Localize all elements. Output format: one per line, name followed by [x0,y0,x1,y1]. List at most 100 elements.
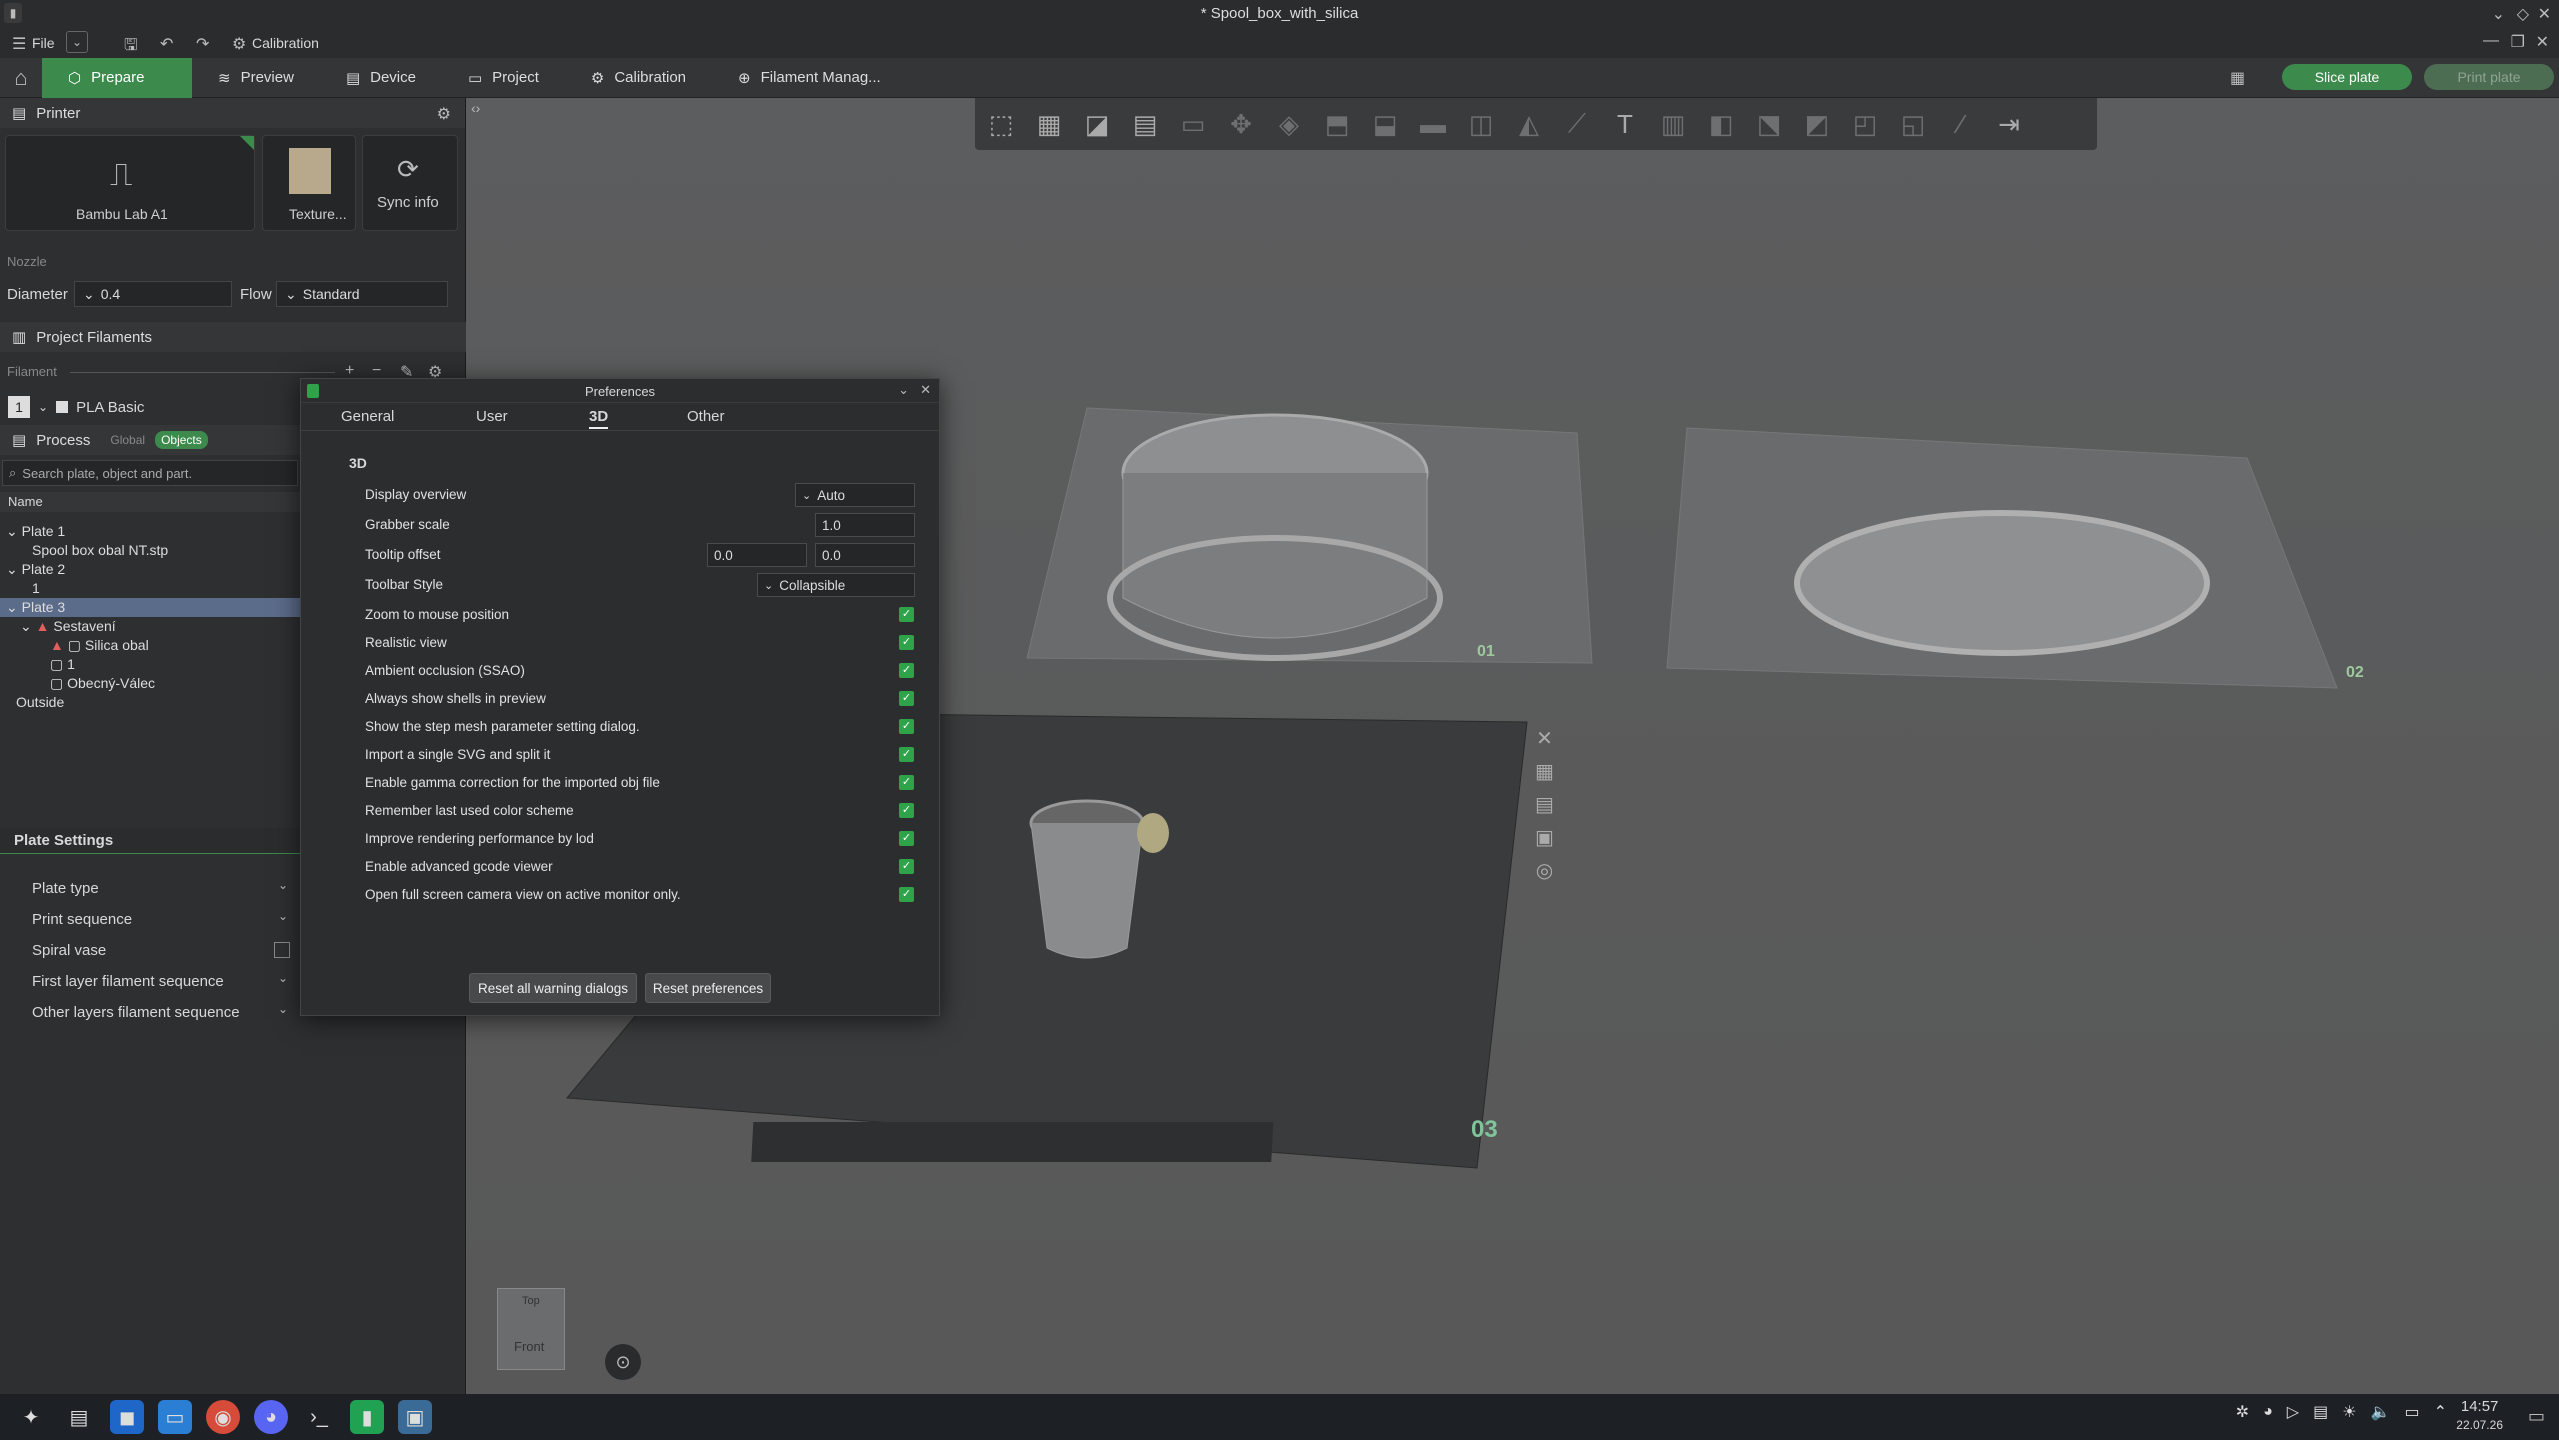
tooltip-offset-y-input[interactable]: 0.0 [815,543,915,567]
slice-plate-button[interactable]: Slice plate [2282,64,2412,90]
settings-icon[interactable]: ◎ [1535,858,1554,883]
diameter-select[interactable]: ⌄ 0.4 [74,281,232,307]
clock[interactable]: 14:57 22.07.26 [2456,1398,2503,1434]
tree-row[interactable]: ▢ Obecný-Válec [50,674,155,693]
emboss-icon[interactable]: ⁄ [1941,104,1981,144]
reset-preferences-button[interactable]: Reset preferences [645,973,771,1003]
view-cube[interactable]: Top Front [497,1288,565,1370]
launcher-icon[interactable]: ✦ [14,1400,48,1434]
home-icon[interactable]: ⌂ [0,58,42,98]
calibration-menu[interactable]: Calibration [252,35,319,51]
tree-row[interactable]: ⌄ Plate 2 [6,560,65,579]
color-paint-icon[interactable]: ◱ [1893,104,1933,144]
brim-ears-icon[interactable]: ◰ [1845,104,1885,144]
delete-plate-icon[interactable]: ✕ [1535,726,1554,751]
tab-preview[interactable]: ≋ Preview [192,58,320,98]
tab-project[interactable]: ▭ Project [442,58,565,98]
tab-calibration[interactable]: ⚙ Calibration [565,58,712,98]
close-icon[interactable]: ✕ [920,382,931,398]
tab-filament-manager[interactable]: ⊕ Filament Manag... [712,58,907,98]
lod-rendering-checkbox[interactable]: ✓ [899,831,914,846]
tree-row[interactable]: ▢ 1 [50,655,75,674]
step-mesh-dialog-checkbox[interactable]: ✓ [899,719,914,734]
store-icon[interactable]: ◼ [110,1400,144,1434]
arrange-icon[interactable]: ▤ [1125,104,1165,144]
spiral-vase-checkbox[interactable] [274,942,290,958]
support-paint-icon[interactable]: ◭ [1509,104,1549,144]
realistic-view-checkbox[interactable]: ✓ [899,635,914,650]
import-svg-checkbox[interactable]: ✓ [899,747,914,762]
split-icon[interactable]: ▭ [1173,104,1213,144]
flow-select[interactable]: ⌄ Standard [276,281,448,307]
minimize-icon[interactable]: — [2483,32,2499,50]
task-manager-icon[interactable]: ▤ [62,1400,96,1434]
dropdown-icon[interactable]: ⌄ [66,31,88,53]
gamma-correction-checkbox[interactable]: ✓ [899,775,914,790]
tray-expand-icon[interactable]: ⌃ [2434,1402,2447,1422]
tooltip-offset-x-input[interactable]: 0.0 [707,543,807,567]
tray-discord-icon[interactable]: ◕ [2263,1403,2273,1421]
chevron-down-icon[interactable]: ⌄ [278,1002,288,1016]
tray-volume-icon[interactable]: 🔈 [2371,1402,2391,1422]
filament-row[interactable]: 1 ⌄ PLA Basic [8,396,300,418]
lay-on-face-icon[interactable]: ⬓ [1365,104,1405,144]
toolbar-style-select[interactable]: ⌄ Collapsible [757,573,915,597]
text-icon[interactable]: T [1605,104,1645,144]
tree-row[interactable]: ⌄ Plate 1 [6,522,65,541]
chevron-down-icon[interactable]: ⌄ [278,971,288,985]
plate-type-select[interactable]: Texture... [262,135,356,231]
tree-row[interactable]: Spool box obal NT.stp [32,541,168,560]
add-object-icon[interactable]: ⬚ [981,104,1021,144]
chrome-icon[interactable]: ◉ [206,1400,240,1434]
tray-brightness-icon[interactable]: ☀ [2342,1402,2356,1422]
tab-user[interactable]: User [476,408,508,425]
zoom-to-mouse-checkbox[interactable]: ✓ [899,607,914,622]
move-icon[interactable]: ✥ [1221,104,1261,144]
chevron-down-icon[interactable]: ⌄ [278,909,288,923]
ssao-checkbox[interactable]: ✓ [899,663,914,678]
lock-icon[interactable]: ▣ [1535,825,1554,850]
close-icon[interactable]: ✕ [2538,4,2551,24]
remember-color-scheme-checkbox[interactable]: ✓ [899,803,914,818]
process-objects-toggle[interactable]: Objects [155,431,208,449]
chevron-down-icon[interactable]: ⌄ [278,878,288,892]
orient-icon[interactable]: ▤ [1535,792,1554,817]
bambu-studio-icon[interactable]: ▮ [350,1400,384,1434]
tray-steam-icon[interactable]: ✲ [2236,1402,2249,1422]
scale-icon[interactable]: ⬒ [1317,104,1357,144]
mesh-boolean-icon[interactable]: ◫ [1461,104,1501,144]
tray-network-icon[interactable]: ▭ [2404,1402,2419,1422]
terminal-icon[interactable]: ›_ [302,1400,336,1434]
restore-icon[interactable]: ◇ [2517,4,2529,24]
cut-icon[interactable]: ▬ [1413,104,1453,144]
view-cube-front[interactable]: Front [514,1339,544,1354]
file-manager-icon[interactable]: ▭ [158,1400,192,1434]
arrange-icon[interactable]: ▦ [1535,759,1554,784]
tab-device[interactable]: ▤ Device [320,58,442,98]
discord-icon[interactable]: ◕ [254,1400,288,1434]
tab-3d[interactable]: 3D [589,408,609,429]
gear-icon[interactable]: ⚙ [437,104,451,124]
tray-clipboard-icon[interactable]: ▤ [2313,1402,2328,1422]
file-menu[interactable]: File [32,35,55,51]
printer-select[interactable]: ⎍ Bambu Lab A1 [5,135,255,231]
rotate-icon[interactable]: ◈ [1269,104,1309,144]
display-overview-select[interactable]: ⌄ Auto [795,483,915,507]
sync-info-button[interactable]: ⟳ Sync info [362,135,458,231]
tree-row[interactable]: ▲ ▢ Silica obal [50,636,149,655]
seam-paint-icon[interactable]: ⟋ [1557,104,1597,144]
tree-row[interactable]: ⌄ ▲ Sestavení [20,617,116,636]
grabber-scale-input[interactable]: 1.0 [815,513,915,537]
variable-layer-icon[interactable]: ◩ [1797,104,1837,144]
redo-icon[interactable]: ↷ [196,34,209,54]
orient-icon[interactable]: ◪ [1077,104,1117,144]
chevron-down-icon[interactable]: ⌄ [2492,4,2505,24]
active-window-icon[interactable]: ▣ [398,1400,432,1434]
reset-warning-dialogs-button[interactable]: Reset all warning dialogs [469,973,637,1003]
process-global-toggle[interactable]: Global [110,433,145,447]
print-plate-button[interactable]: Print plate [2424,64,2554,90]
assembly-icon[interactable]: ⬔ [1749,104,1789,144]
measure-icon[interactable]: ◧ [1701,104,1741,144]
collapse-toolbar-icon[interactable]: ⇥ [1989,104,2029,144]
camera-icon[interactable]: ⊙ [605,1344,641,1380]
